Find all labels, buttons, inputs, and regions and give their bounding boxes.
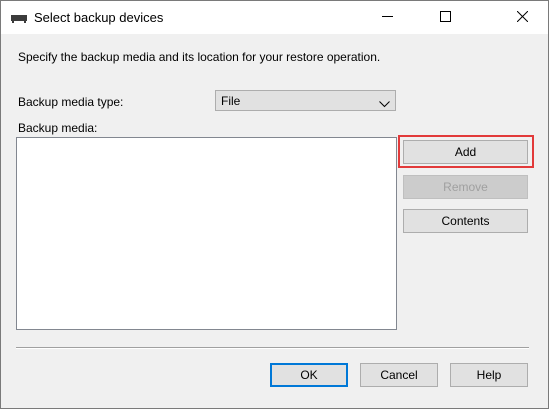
close-button[interactable] xyxy=(499,1,545,34)
maximize-icon xyxy=(439,10,451,25)
add-button[interactable]: Add xyxy=(403,140,528,164)
title-bar[interactable]: Select backup devices xyxy=(1,1,548,34)
minimize-button[interactable] xyxy=(364,1,410,34)
backup-media-list[interactable] xyxy=(16,137,397,330)
media-type-select[interactable]: File xyxy=(215,90,396,111)
ok-button[interactable]: OK xyxy=(270,363,348,387)
contents-button[interactable]: Contents xyxy=(403,209,528,233)
remove-button[interactable]: Remove xyxy=(403,175,528,199)
backup-device-icon xyxy=(11,13,27,23)
chevron-down-icon xyxy=(379,97,390,108)
close-icon xyxy=(516,10,528,25)
media-type-label: Backup media type: xyxy=(18,95,124,109)
dialog-description: Specify the backup media and its locatio… xyxy=(18,50,381,64)
media-type-value: File xyxy=(221,94,241,108)
minimize-icon xyxy=(381,11,393,25)
help-button[interactable]: Help xyxy=(450,363,528,387)
select-backup-devices-dialog: Select backup devices Specify the backup… xyxy=(0,0,549,409)
footer-separator xyxy=(16,347,529,349)
cancel-button[interactable]: Cancel xyxy=(360,363,438,387)
dialog-title: Select backup devices xyxy=(34,10,164,25)
maximize-button[interactable] xyxy=(422,1,468,34)
backup-media-label: Backup media: xyxy=(18,121,98,135)
